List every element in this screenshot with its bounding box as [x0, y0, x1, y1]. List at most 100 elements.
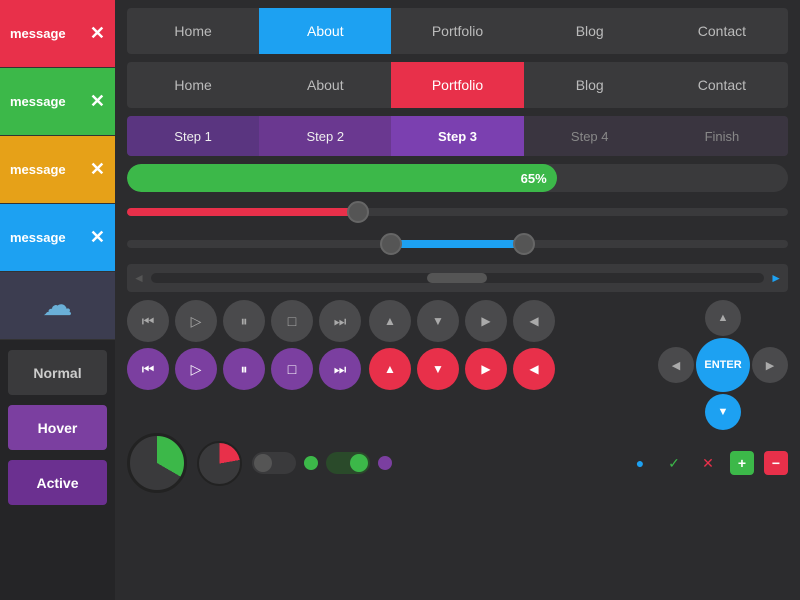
knob-main[interactable]: [127, 433, 187, 493]
nav1-about[interactable]: About: [259, 8, 391, 54]
alert-green-text: message: [10, 94, 66, 109]
btn-rewind-hover[interactable]: ⏮: [127, 348, 169, 390]
media-section: ⏮ ▷ ⏸ □ ⏭ ⏮ ▷ ⏸ □ ⏭: [127, 300, 361, 390]
scroll-thumb[interactable]: [427, 273, 487, 283]
dpad-left[interactable]: ◀: [658, 347, 694, 383]
dir-right[interactable]: ▶: [465, 300, 507, 342]
slider-red-thumb[interactable]: [347, 201, 369, 223]
toggle-on[interactable]: [326, 452, 370, 474]
toggle-off-thumb: [254, 454, 272, 472]
dir-left-red[interactable]: ◀: [513, 348, 555, 390]
toggle-on-thumb: [350, 454, 368, 472]
btn-fastforward-hover[interactable]: ⏭: [319, 348, 361, 390]
cloud-icon: ☁: [43, 288, 73, 323]
toggle-group: [252, 452, 392, 474]
controls-area: ⏮ ▷ ⏸ □ ⏭ ⏮ ▷ ⏸ □ ⏭ ▲ ▼ ▶ ◀: [127, 300, 788, 430]
nav2-portfolio[interactable]: Portfolio: [391, 62, 523, 108]
slider-blue-fill: [391, 240, 523, 248]
toggle-off[interactable]: [252, 452, 296, 474]
btn-minus[interactable]: −: [764, 451, 788, 475]
nav-bar-2: Home About Portfolio Blog Contact: [127, 62, 788, 108]
nav1-home[interactable]: Home: [127, 8, 259, 54]
btn-play-hover[interactable]: ▷: [175, 348, 217, 390]
progress-label: 65%: [521, 171, 547, 186]
slider-red-track[interactable]: [127, 208, 788, 216]
stepper: Step 1 Step 2 Step 3 Step 4 Finish: [127, 116, 788, 156]
slider-blue-track[interactable]: [127, 240, 788, 248]
dpad-up[interactable]: ▲: [705, 300, 741, 336]
slider-blue-left-thumb[interactable]: [380, 233, 402, 255]
btn-rewind[interactable]: ⏮: [127, 300, 169, 342]
alert-green[interactable]: message ✕: [0, 68, 115, 136]
btn-check[interactable]: ✓: [662, 451, 686, 475]
step-4[interactable]: Step 4: [524, 116, 656, 156]
alert-blue[interactable]: message ✕: [0, 204, 115, 272]
cloud-item: ☁: [0, 272, 115, 340]
dot-purple: [378, 456, 392, 470]
scrollbar: ◄ ►: [127, 264, 788, 292]
btn-fastforward[interactable]: ⏭: [319, 300, 361, 342]
dpad-enter[interactable]: ENTER: [696, 338, 750, 392]
nav2-blog[interactable]: Blog: [524, 62, 656, 108]
scroll-left-arrow[interactable]: ◄: [133, 271, 145, 285]
btn-hover[interactable]: Hover: [8, 405, 107, 450]
knob-small[interactable]: [197, 441, 242, 486]
dir-down-red[interactable]: ▼: [417, 348, 459, 390]
dir-normal-row: ▲ ▼ ▶ ◀: [369, 300, 555, 342]
alert-blue-text: message: [10, 230, 66, 245]
main-content: Home About Portfolio Blog Contact Home A…: [115, 0, 800, 600]
progress-bar: 65%: [127, 164, 788, 192]
slider-blue-row: [127, 232, 788, 256]
step-1[interactable]: Step 1: [127, 116, 259, 156]
nav2-contact[interactable]: Contact: [656, 62, 788, 108]
nav2-about[interactable]: About: [259, 62, 391, 108]
btn-stop-hover[interactable]: □: [271, 348, 313, 390]
btn-plus[interactable]: +: [730, 451, 754, 475]
alert-red-text: message: [10, 26, 66, 41]
slider-blue-right-thumb[interactable]: [513, 233, 535, 255]
media-normal-row: ⏮ ▷ ⏸ □ ⏭: [127, 300, 361, 342]
btn-x[interactable]: ✕: [696, 451, 720, 475]
slider-red-row: [127, 200, 788, 224]
alert-blue-close[interactable]: ✕: [90, 227, 105, 248]
slider-red-fill: [127, 208, 358, 216]
btn-pause-hover[interactable]: ⏸: [223, 348, 265, 390]
btn-stop[interactable]: □: [271, 300, 313, 342]
dpad-right[interactable]: ▶: [752, 347, 788, 383]
step-finish[interactable]: Finish: [656, 116, 788, 156]
dir-right-red[interactable]: ▶: [465, 348, 507, 390]
dir-up-red[interactable]: ▲: [369, 348, 411, 390]
dpad-down[interactable]: ▼: [705, 394, 741, 430]
btn-normal[interactable]: Normal: [8, 350, 107, 395]
dpad: ▲ ◀ ENTER ▶ ▼: [658, 300, 788, 430]
dir-red-row: ▲ ▼ ▶ ◀: [369, 348, 555, 390]
progress-fill: 65%: [127, 164, 557, 192]
btn-pause[interactable]: ⏸: [223, 300, 265, 342]
btn-active[interactable]: Active: [8, 460, 107, 505]
alert-green-close[interactable]: ✕: [90, 91, 105, 112]
alert-red-close[interactable]: ✕: [90, 23, 105, 44]
nav2-home[interactable]: Home: [127, 62, 259, 108]
scroll-right-arrow[interactable]: ►: [770, 271, 782, 285]
nav1-contact[interactable]: Contact: [656, 8, 788, 54]
alert-yellow-close[interactable]: ✕: [90, 159, 105, 180]
dir-down[interactable]: ▼: [417, 300, 459, 342]
sidebar: message ✕ message ✕ message ✕ message ✕ …: [0, 0, 115, 600]
step-3[interactable]: Step 3: [391, 116, 523, 156]
alert-yellow[interactable]: message ✕: [0, 136, 115, 204]
indicator-blue: ●: [628, 451, 652, 475]
nav1-portfolio[interactable]: Portfolio: [391, 8, 523, 54]
step-2[interactable]: Step 2: [259, 116, 391, 156]
dir-up[interactable]: ▲: [369, 300, 411, 342]
nav1-blog[interactable]: Blog: [524, 8, 656, 54]
dir-left[interactable]: ◀: [513, 300, 555, 342]
dir-section: ▲ ▼ ▶ ◀ ▲ ▼ ▶ ◀: [369, 300, 555, 390]
dot-green: [304, 456, 318, 470]
media-hover-row: ⏮ ▷ ⏸ □ ⏭: [127, 348, 361, 390]
alert-yellow-text: message: [10, 162, 66, 177]
nav-bar-1: Home About Portfolio Blog Contact: [127, 8, 788, 54]
alert-red[interactable]: message ✕: [0, 0, 115, 68]
scroll-track[interactable]: [151, 273, 764, 283]
btn-play[interactable]: ▷: [175, 300, 217, 342]
bottom-row: ● ✓ ✕ + −: [127, 438, 788, 488]
